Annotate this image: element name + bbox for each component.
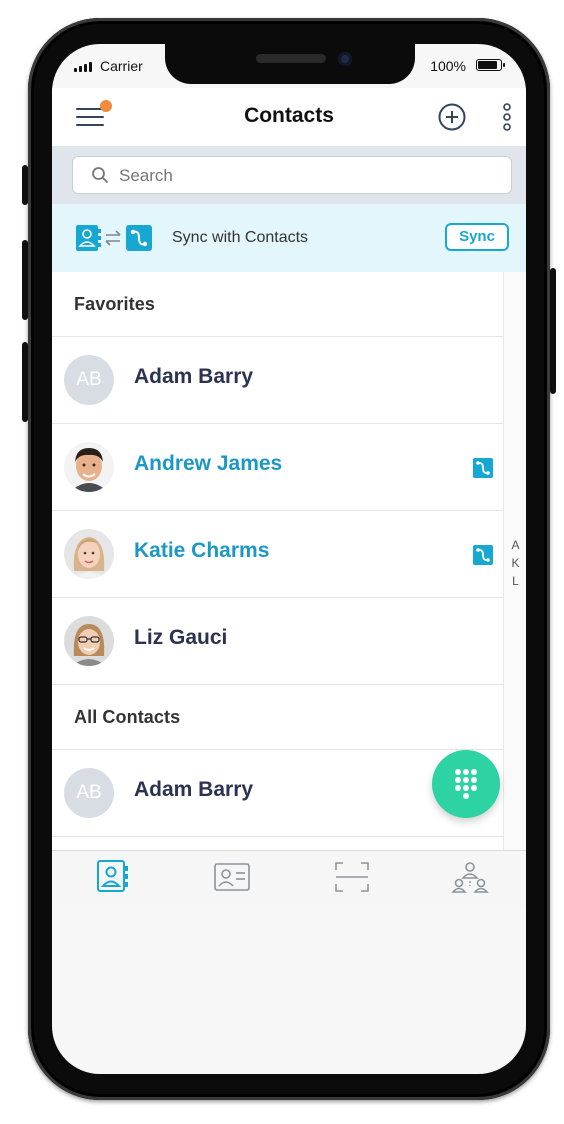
front-camera	[338, 52, 352, 66]
contact-name: Adam Barry	[134, 778, 254, 801]
tab-id-card[interactable]	[212, 859, 252, 895]
section-title: Favorites	[74, 294, 155, 314]
list-item-contact[interactable]: Katie Charms	[52, 511, 503, 598]
battery-percent: 100%	[430, 58, 466, 74]
more-options-button[interactable]	[500, 102, 514, 132]
speaker-grille	[256, 54, 326, 63]
dialpad-button[interactable]	[432, 750, 500, 818]
list-item-contact[interactable]: AB Adam Barry	[52, 337, 503, 424]
avatar	[64, 442, 114, 492]
index-letter[interactable]: A	[504, 538, 526, 552]
linked-app-icon	[473, 458, 493, 478]
tab-contacts[interactable]	[94, 859, 134, 895]
tab-scan[interactable]	[332, 859, 372, 895]
search-icon	[92, 167, 108, 183]
list-item-contact[interactable]: Liz Gauci	[52, 598, 503, 685]
section-header-all-contacts: All Contacts	[52, 685, 503, 750]
search-input[interactable]	[117, 164, 491, 188]
dialpad-icon	[455, 769, 477, 799]
index-letter[interactable]: K	[504, 556, 526, 570]
search-bar	[52, 146, 526, 204]
contact-name: Adam Barry	[134, 365, 254, 388]
tab-team[interactable]	[450, 859, 490, 895]
screen: Carrier 100% Contacts Search Sync with C…	[52, 44, 526, 1074]
avatar	[64, 529, 114, 579]
sync-banner: Sync with Contacts Sync	[52, 204, 526, 272]
linked-app-icon	[473, 545, 493, 565]
nav-bar: Contacts	[52, 88, 526, 146]
section-header-favorites: Favorites	[52, 272, 503, 337]
power-button	[550, 268, 556, 394]
sync-button[interactable]: Sync	[445, 223, 509, 251]
avatar-initials: AB	[64, 768, 114, 818]
index-letter[interactable]: L	[504, 574, 526, 588]
section-title: All Contacts	[74, 707, 181, 727]
add-contact-button[interactable]	[438, 103, 466, 131]
search-box[interactable]	[72, 156, 512, 194]
contact-name: Andrew James	[134, 452, 283, 475]
sync-label: Sync with Contacts	[172, 229, 309, 246]
signal-icon	[74, 60, 92, 72]
sync-contacts-icon	[76, 225, 152, 251]
alphabet-index[interactable]: A K L	[503, 272, 526, 850]
avatar-initials: AB	[64, 355, 114, 405]
contact-name: Katie Charms	[134, 539, 270, 562]
contact-name: Liz Gauci	[134, 626, 228, 649]
avatar	[64, 616, 114, 666]
notch	[165, 44, 415, 84]
tab-bar	[52, 850, 526, 907]
list-item-contact[interactable]: Andrew James	[52, 424, 503, 511]
battery-icon	[476, 59, 505, 71]
carrier-label: Carrier	[100, 58, 143, 74]
